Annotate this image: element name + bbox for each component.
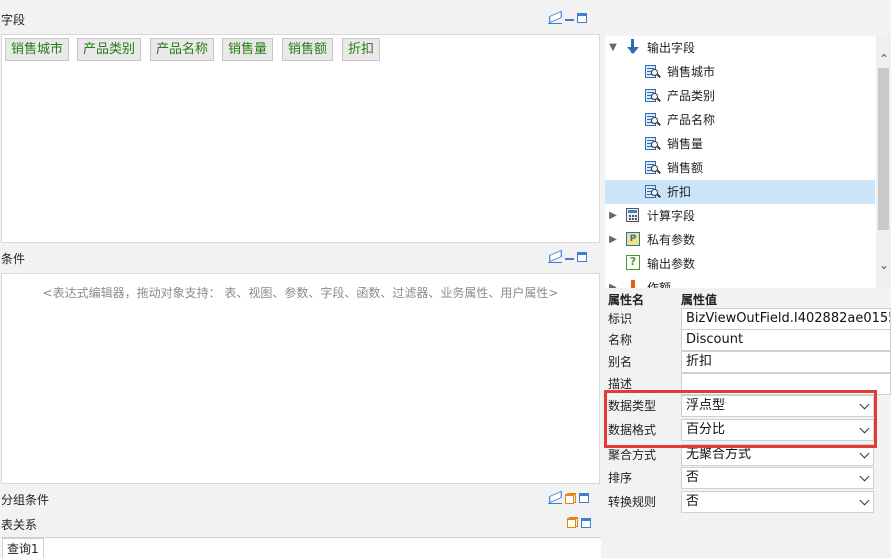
restore-icon[interactable] [567, 517, 578, 528]
property-row-conversion-rule: 转换规则 否 [605, 490, 891, 514]
tree-item-label: 作额 [647, 281, 672, 288]
property-name: 转换规则 [608, 495, 657, 509]
calculator-icon [626, 208, 639, 222]
property-row-alias: 别名 折扣 [605, 350, 891, 374]
eraser-icon[interactable] [548, 12, 562, 24]
output-field-icon [626, 39, 640, 55]
field-chip-sales-city[interactable]: 销售城市 [5, 38, 70, 61]
tree-item-partial[interactable]: ▶ 作额 [605, 276, 875, 288]
table-relation-title: 表关系 [1, 518, 38, 532]
eraser-icon[interactable] [548, 251, 562, 263]
tab-query1[interactable]: 查询1 [2, 538, 44, 558]
tree-item-label: 输出参数 [647, 257, 696, 271]
tree-item-sales-amount[interactable]: 销售额 [605, 156, 875, 180]
tree-item-private-params[interactable]: P 私有参数 [605, 228, 875, 252]
maximize-icon[interactable] [577, 13, 587, 23]
event-icon [631, 280, 635, 288]
tree-item-label: 销售额 [667, 161, 704, 175]
property-row-name: 名称 Discount [605, 328, 891, 352]
maximize-icon[interactable] [581, 517, 591, 528]
tree-item-label: 销售量 [667, 137, 704, 151]
condition-editor[interactable]: <表达式编辑器，拖动对象支持： 表、视图、参数、字段、函数、过滤器、业务属性、用… [1, 273, 600, 484]
property-name-header: 属性名 [608, 293, 645, 307]
group-toolbar [548, 492, 589, 504]
property-name: 名称 [608, 333, 633, 347]
property-value-header: 属性值 [681, 293, 718, 307]
tree-item-output-params[interactable]: ? 输出参数 [605, 252, 875, 276]
alias-input[interactable]: 折扣 [681, 351, 891, 373]
maximize-icon[interactable] [577, 252, 587, 262]
tree-item-computed-fields[interactable]: 计算字段 [605, 204, 875, 228]
tree-item-discount[interactable]: 折扣 [605, 180, 875, 204]
relation-toolbar [567, 517, 591, 528]
field-search-icon [645, 137, 662, 151]
field-search-icon [645, 161, 662, 175]
sort-select[interactable]: 否 [681, 467, 874, 489]
minimize-icon[interactable] [565, 252, 574, 262]
minimize-icon[interactable] [565, 13, 574, 23]
tree-item-product-category[interactable]: 产品类别 [605, 84, 875, 108]
question-param-icon: ? [626, 255, 640, 270]
fields-title: 字段 [1, 13, 26, 27]
fields-panel[interactable] [1, 34, 600, 243]
fields-toolbar [548, 12, 587, 24]
scroll-down-icon[interactable]: ⌄ [877, 258, 891, 272]
highlight-annotation-box [604, 390, 877, 448]
tree-item-sales-volume[interactable]: 销售量 [605, 132, 875, 156]
tree-item-label: 产品名称 [667, 113, 716, 127]
maximize-icon[interactable] [579, 493, 589, 503]
condition-title: 条件 [1, 252, 26, 266]
parameter-icon: P [626, 232, 640, 246]
conversion-rule-select[interactable]: 否 [681, 491, 874, 513]
tree-item-label: 折扣 [667, 185, 692, 199]
relation-area[interactable] [1, 537, 601, 558]
expand-arrow-icon[interactable]: ▶ [609, 276, 617, 288]
scroll-up-icon[interactable]: ⌃ [877, 52, 891, 66]
field-search-icon [645, 113, 662, 127]
group-condition-title: 分组条件 [1, 493, 50, 507]
field-chip-sales-volume[interactable]: 销售量 [222, 38, 274, 61]
field-chip-product-name[interactable]: 产品名称 [150, 38, 215, 61]
tree-item-label: 私有参数 [647, 233, 696, 247]
field-search-icon [645, 89, 662, 103]
tree-item-product-name[interactable]: 产品名称 [605, 108, 875, 132]
property-name: 排序 [608, 471, 633, 485]
property-name: 别名 [608, 355, 633, 369]
field-search-icon [645, 185, 662, 199]
property-id-value[interactable]: BizViewOutField.I402882ae0155996 [681, 308, 891, 330]
tree-item-label: 计算字段 [647, 209, 696, 223]
tree-item-label: 产品类别 [667, 89, 716, 103]
tree-item-sales-city[interactable]: 销售城市 [605, 60, 875, 84]
field-chip-sales-amount[interactable]: 销售额 [282, 38, 334, 61]
condition-toolbar [548, 251, 587, 263]
tree-item-label: 销售城市 [667, 65, 716, 79]
restore-icon[interactable] [565, 492, 576, 504]
tree-item-label: 输出字段 [647, 41, 696, 55]
field-chip-discount[interactable]: 折扣 [342, 38, 381, 61]
field-chip-product-category[interactable]: 产品类别 [77, 38, 142, 61]
tree-scrollbar-thumb[interactable] [878, 68, 889, 230]
property-row-sort: 排序 否 [605, 466, 891, 490]
tree-item-output-fields[interactable]: 输出字段 [605, 36, 875, 60]
eraser-icon[interactable] [548, 492, 562, 504]
field-search-icon [645, 65, 662, 79]
property-name-value[interactable]: Discount [681, 329, 891, 351]
condition-placeholder: <表达式编辑器，拖动对象支持： 表、视图、参数、字段、函数、过滤器、业务属性、用… [42, 286, 559, 300]
